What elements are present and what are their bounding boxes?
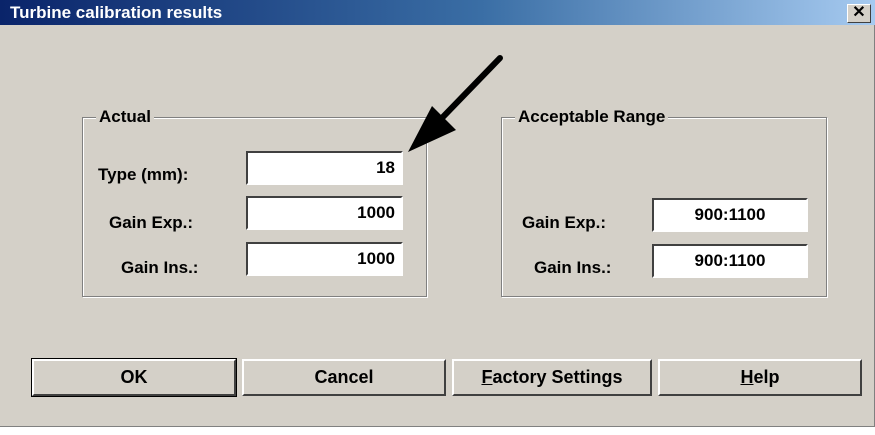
black-arrow-icon xyxy=(408,55,503,152)
